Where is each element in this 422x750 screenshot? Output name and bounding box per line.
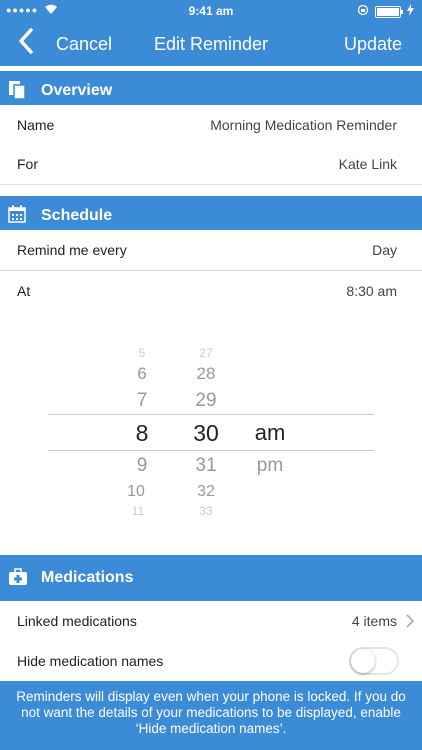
at-label: At	[17, 283, 31, 299]
hour-option[interactable]: 5	[112, 346, 172, 360]
hour-option[interactable]: 7	[112, 390, 172, 412]
battery-icon	[375, 5, 403, 18]
selected-hour[interactable]: 8	[112, 420, 172, 447]
footer-note: Reminders will display even when your ph…	[0, 681, 422, 750]
minute-option[interactable]: 28	[176, 364, 236, 384]
for-value: Kate Link	[338, 156, 397, 172]
rotation-lock-icon	[357, 4, 369, 19]
at-value: 8:30 am	[346, 283, 397, 299]
charging-icon	[407, 4, 414, 19]
minute-option[interactable]: 32	[176, 483, 236, 501]
selected-period[interactable]: am	[240, 420, 300, 446]
for-row[interactable]: For Kate Link	[0, 144, 422, 185]
hour-option[interactable]: 9	[112, 455, 172, 477]
section-title: Medications	[41, 569, 134, 586]
chevron-right-icon	[406, 614, 415, 633]
hour-option[interactable]: 11	[108, 504, 168, 518]
remind-every-row[interactable]: Remind me every Day	[0, 230, 422, 271]
status-bar: ●●●●● 9:41 am	[0, 0, 422, 22]
linked-medications-count: 4 items	[351, 613, 397, 629]
linked-medications-row[interactable]: Linked medications 4 items	[0, 601, 422, 642]
name-value: Morning Medication Reminder	[210, 117, 397, 133]
remind-every-label: Remind me every	[17, 242, 127, 258]
medical-kit-icon	[8, 568, 28, 588]
section-title: Overview	[41, 82, 113, 99]
minute-option[interactable]: 33	[176, 504, 236, 518]
minute-option[interactable]: 27	[176, 346, 236, 360]
hide-medication-names-toggle[interactable]	[349, 647, 399, 675]
section-title: Schedule	[41, 207, 113, 224]
linked-medications-label: Linked medications	[17, 613, 137, 629]
medications-section-header: Medications	[0, 555, 422, 601]
at-row[interactable]: At 8:30 am	[0, 271, 422, 311]
minute-option[interactable]: 29	[176, 390, 236, 412]
calendar-icon	[8, 205, 28, 225]
remind-every-value: Day	[372, 242, 397, 258]
name-row[interactable]: Name Morning Medication Reminder	[0, 105, 422, 146]
period-option[interactable]: pm	[240, 455, 300, 477]
selected-minute[interactable]: 30	[176, 420, 236, 447]
hour-option[interactable]: 6	[112, 364, 172, 384]
for-label: For	[17, 156, 38, 172]
hide-medication-names-label: Hide medication names	[17, 653, 164, 669]
update-button[interactable]: Update	[344, 34, 402, 55]
time-picker[interactable]: 5 6 7 8 9 10 11 27 28 29 30 31 32 33 am …	[0, 312, 422, 555]
hour-option[interactable]: 10	[106, 483, 166, 501]
name-label: Name	[17, 117, 55, 133]
minute-option[interactable]: 31	[176, 455, 236, 477]
document-copy-icon	[8, 80, 28, 100]
hide-medication-names-row: Hide medication names	[0, 641, 422, 681]
navigation-bar: Cancel Edit Reminder Update	[0, 22, 422, 66]
toggle-knob	[351, 649, 375, 673]
